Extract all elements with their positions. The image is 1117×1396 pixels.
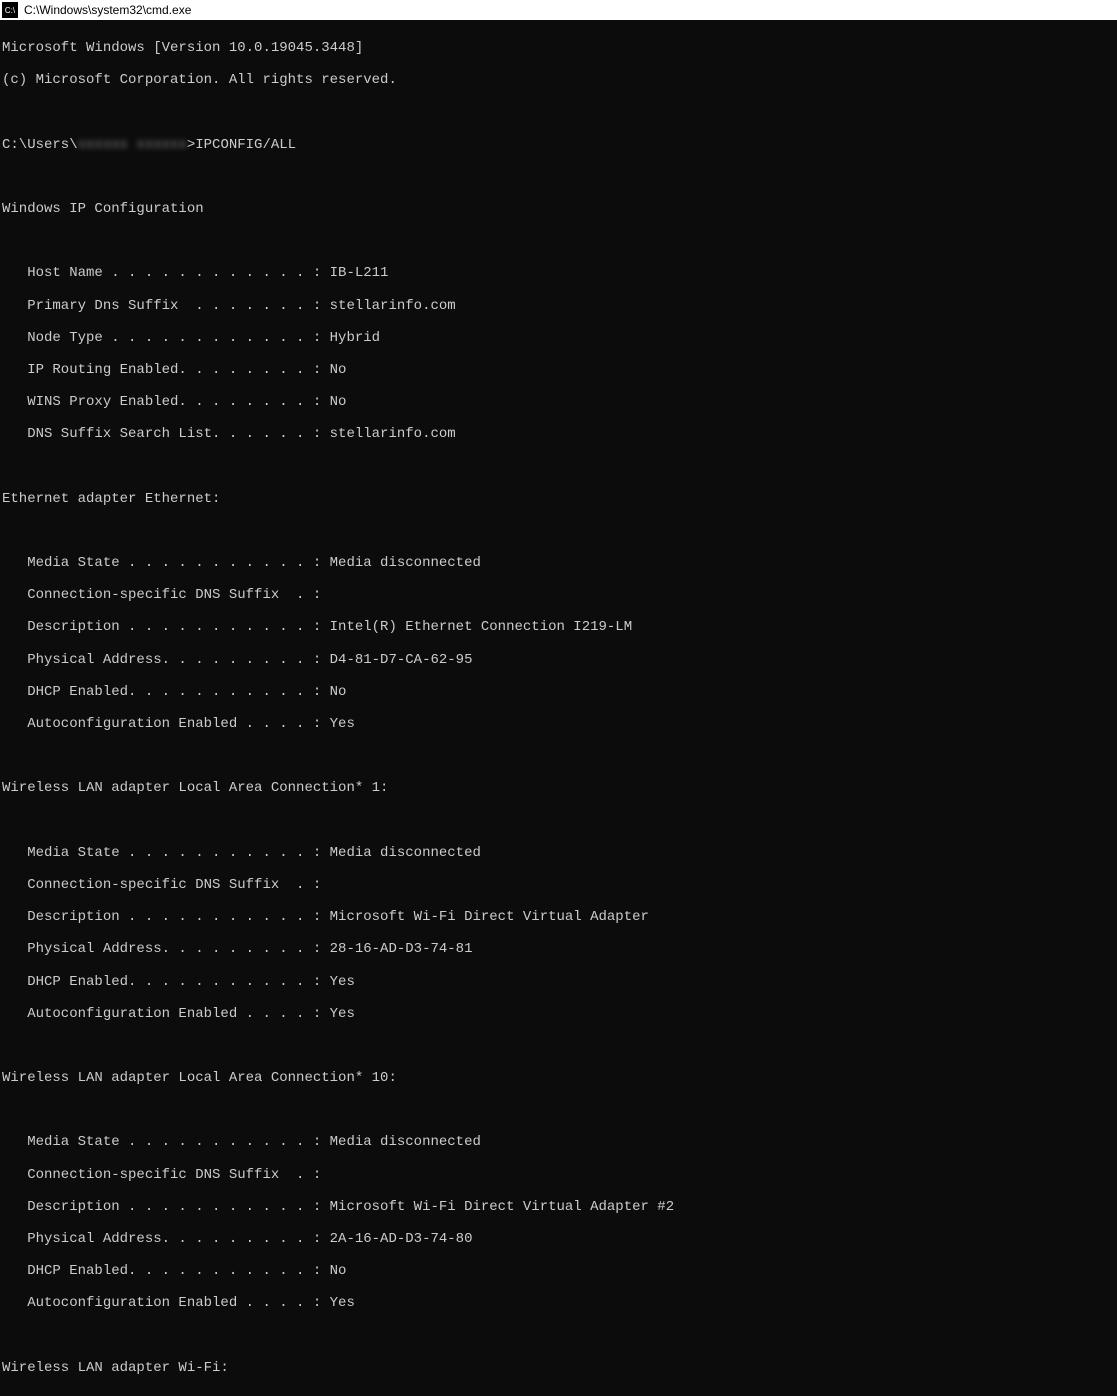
section-header-wifi: Wireless LAN adapter Wi-Fi: bbox=[2, 1360, 1115, 1376]
prompt-command: >IPCONFIG/ALL bbox=[187, 137, 296, 153]
blank-line bbox=[2, 813, 1115, 829]
ethernet-row: Description . . . . . . . . . . . : Inte… bbox=[2, 619, 1115, 635]
blank-line bbox=[2, 1038, 1115, 1054]
blank-line bbox=[2, 748, 1115, 764]
copyright-line: (c) Microsoft Corporation. All rights re… bbox=[2, 72, 1115, 88]
ipconfig-row: Node Type . . . . . . . . . . . . : Hybr… bbox=[2, 330, 1115, 346]
wlan10-row: Media State . . . . . . . . . . . : Medi… bbox=[2, 1134, 1115, 1150]
version-line: Microsoft Windows [Version 10.0.19045.34… bbox=[2, 40, 1115, 56]
wlan1-row: Description . . . . . . . . . . . : Micr… bbox=[2, 909, 1115, 925]
wlan10-row: DHCP Enabled. . . . . . . . . . . : No bbox=[2, 1263, 1115, 1279]
wlan1-row: DHCP Enabled. . . . . . . . . . . : Yes bbox=[2, 974, 1115, 990]
blank-line bbox=[2, 1102, 1115, 1118]
section-header-ipconfig: Windows IP Configuration bbox=[2, 201, 1115, 217]
ethernet-row: Connection-specific DNS Suffix . : bbox=[2, 587, 1115, 603]
section-header-ethernet: Ethernet adapter Ethernet: bbox=[2, 491, 1115, 507]
ipconfig-row: WINS Proxy Enabled. . . . . . . . : No bbox=[2, 394, 1115, 410]
ethernet-row: Media State . . . . . . . . . . . : Medi… bbox=[2, 555, 1115, 571]
ethernet-row: DHCP Enabled. . . . . . . . . . . : No bbox=[2, 684, 1115, 700]
prompt-username-obscured: xxxxxx xxxxxx bbox=[78, 137, 187, 153]
ipconfig-row: Primary Dns Suffix . . . . . . . : stell… bbox=[2, 298, 1115, 314]
blank-line bbox=[2, 104, 1115, 120]
window-titlebar: C:\ C:\Windows\system32\cmd.exe bbox=[0, 0, 1117, 20]
window-title: C:\Windows\system32\cmd.exe bbox=[24, 3, 191, 17]
prompt-path-prefix: C:\Users\ bbox=[2, 137, 78, 153]
wlan10-row: Connection-specific DNS Suffix . : bbox=[2, 1167, 1115, 1183]
terminal-output[interactable]: Microsoft Windows [Version 10.0.19045.34… bbox=[0, 20, 1117, 1396]
wlan1-row: Media State . . . . . . . . . . . : Medi… bbox=[2, 845, 1115, 861]
ipconfig-row: Host Name . . . . . . . . . . . . : IB-L… bbox=[2, 265, 1115, 281]
section-header-wlan1: Wireless LAN adapter Local Area Connecti… bbox=[2, 780, 1115, 796]
wlan10-row: Physical Address. . . . . . . . . : 2A-1… bbox=[2, 1231, 1115, 1247]
cmd-icon: C:\ bbox=[2, 2, 18, 18]
ethernet-row: Physical Address. . . . . . . . . : D4-8… bbox=[2, 652, 1115, 668]
ipconfig-row: IP Routing Enabled. . . . . . . . : No bbox=[2, 362, 1115, 378]
wlan10-row: Description . . . . . . . . . . . : Micr… bbox=[2, 1199, 1115, 1215]
blank-line bbox=[2, 1328, 1115, 1344]
ethernet-row: Autoconfiguration Enabled . . . . : Yes bbox=[2, 716, 1115, 732]
blank-line bbox=[2, 523, 1115, 539]
wlan1-row: Physical Address. . . . . . . . . : 28-1… bbox=[2, 941, 1115, 957]
prompt-line: C:\Users\xxxxxx xxxxxx>IPCONFIG/ALL bbox=[2, 137, 1115, 153]
blank-line bbox=[2, 169, 1115, 185]
blank-line bbox=[2, 233, 1115, 249]
section-header-wlan10: Wireless LAN adapter Local Area Connecti… bbox=[2, 1070, 1115, 1086]
ipconfig-row: DNS Suffix Search List. . . . . . : stel… bbox=[2, 426, 1115, 442]
wlan10-row: Autoconfiguration Enabled . . . . : Yes bbox=[2, 1295, 1115, 1311]
wlan1-row: Autoconfiguration Enabled . . . . : Yes bbox=[2, 1006, 1115, 1022]
wlan1-row: Connection-specific DNS Suffix . : bbox=[2, 877, 1115, 893]
blank-line bbox=[2, 459, 1115, 475]
